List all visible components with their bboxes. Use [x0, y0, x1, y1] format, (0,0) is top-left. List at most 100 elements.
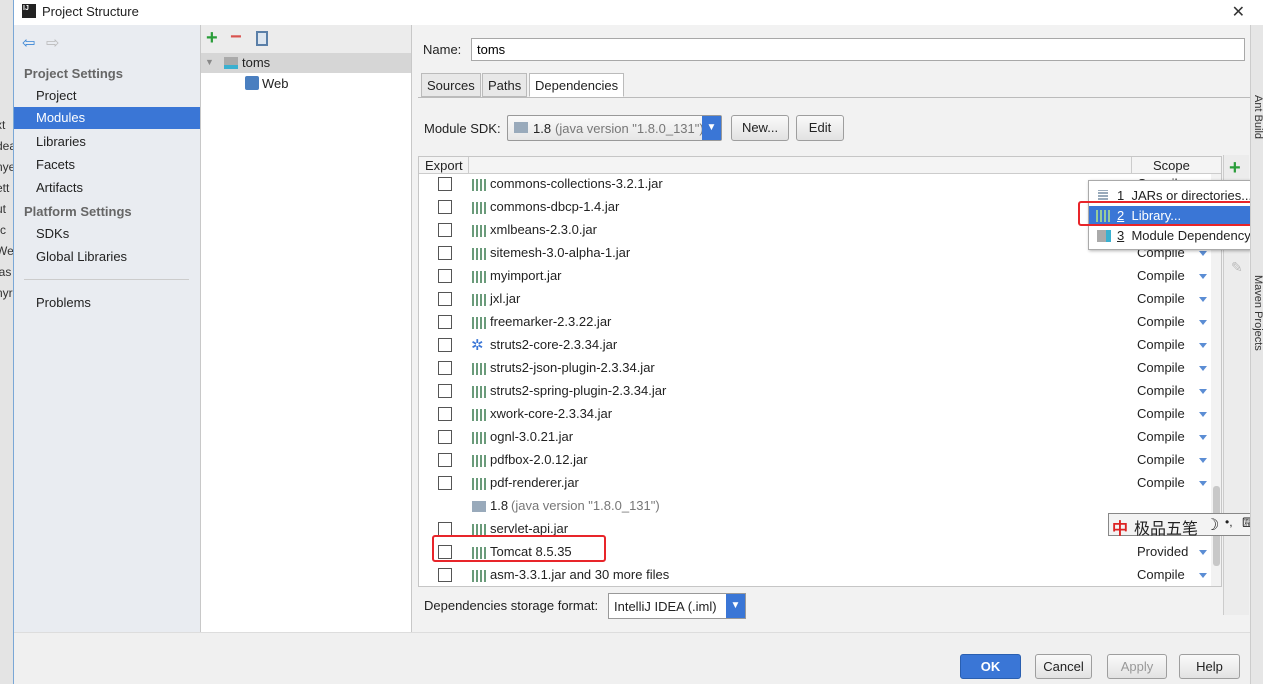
expand-arrow-icon[interactable]: ▼ — [205, 57, 214, 67]
export-checkbox[interactable] — [438, 338, 452, 352]
export-checkbox[interactable] — [438, 292, 452, 306]
sidebar-item-libraries[interactable]: Libraries — [36, 134, 86, 149]
table-row[interactable]: xwork-core-2.3.34.jar Compile — [419, 403, 1211, 426]
edit-pencil-icon[interactable]: ✎ — [1231, 259, 1243, 276]
sidebar-item-modules[interactable]: Modules — [14, 107, 200, 129]
export-checkbox[interactable] — [438, 361, 452, 375]
tab-sources[interactable]: Sources — [421, 73, 481, 97]
export-checkbox[interactable] — [438, 246, 452, 260]
export-checkbox[interactable] — [438, 223, 452, 237]
close-button[interactable]: ✕ — [1232, 2, 1245, 22]
export-checkbox[interactable] — [438, 568, 452, 582]
edit-sdk-button[interactable]: Edit — [796, 115, 844, 141]
storage-format-dropdown[interactable]: IntelliJ IDEA (.iml) ▼ — [608, 593, 746, 619]
copy-icon[interactable] — [256, 31, 268, 46]
table-row[interactable]: pdfbox-2.0.12.jar Compile — [419, 449, 1211, 472]
header-export[interactable]: Export — [425, 158, 463, 173]
tree-toolbar: + − — [201, 25, 411, 53]
scope-value[interactable]: Compile — [1137, 268, 1185, 283]
export-checkbox[interactable] — [438, 269, 452, 283]
sidebar-item-global-libraries[interactable]: Global Libraries — [36, 249, 127, 264]
export-checkbox[interactable] — [438, 522, 452, 536]
ime-moon-icon[interactable]: ☽ — [1205, 515, 1219, 535]
gear-icon: ✲ — [471, 337, 484, 354]
table-row[interactable]: pdf-renderer.jar Compile — [419, 472, 1211, 495]
new-sdk-button[interactable]: New... — [731, 115, 789, 141]
scope-value[interactable]: Compile — [1137, 567, 1185, 582]
table-row[interactable]: 1.8 (java version "1.8.0_131") — [419, 495, 1211, 518]
add-icon[interactable]: + — [206, 27, 218, 50]
ime-toolbar[interactable]: 中 极品五笔 ☽ •, ⌨ — [1108, 513, 1263, 539]
back-arrow-icon[interactable]: ⇦ — [22, 33, 35, 53]
sidebar-item-facets[interactable]: Facets — [36, 157, 75, 172]
export-checkbox[interactable] — [438, 407, 452, 421]
table-row[interactable]: myimport.jar Compile — [419, 265, 1211, 288]
ant-build-tool[interactable]: Ant Build — [1252, 95, 1263, 139]
chevron-down-icon[interactable] — [1199, 435, 1207, 440]
sidebar-item-problems[interactable]: Problems — [36, 295, 91, 310]
sidebar-item-artifacts[interactable]: Artifacts — [36, 180, 83, 195]
table-row[interactable]: asm-3.3.1.jar and 30 more files Compile — [419, 564, 1211, 586]
module-name-input[interactable] — [471, 38, 1245, 61]
forward-arrow-icon[interactable]: ⇨ — [46, 33, 59, 53]
scope-value[interactable]: Compile — [1137, 291, 1185, 306]
library-icon — [472, 409, 486, 421]
chevron-down-icon[interactable] — [1199, 366, 1207, 371]
export-checkbox[interactable] — [438, 177, 452, 191]
table-row[interactable]: freemarker-2.3.22.jar Compile — [419, 311, 1211, 334]
table-row[interactable]: ✲ struts2-core-2.3.34.jar Compile — [419, 334, 1211, 357]
tab-dependencies[interactable]: Dependencies — [529, 73, 625, 97]
scope-value[interactable]: Compile — [1137, 360, 1185, 375]
sidebar-item-project[interactable]: Project — [36, 88, 76, 103]
chevron-down-icon[interactable] — [1199, 251, 1207, 256]
chevron-down-icon[interactable] — [1199, 297, 1207, 302]
chevron-down-icon[interactable] — [1199, 550, 1207, 555]
tab-paths[interactable]: Paths — [482, 73, 528, 97]
export-checkbox[interactable] — [438, 200, 452, 214]
ime-chinese-icon[interactable]: 中 — [1112, 515, 1128, 539]
maven-projects-tool[interactable]: Maven Projects — [1252, 275, 1263, 351]
chevron-down-icon[interactable]: ▼ — [726, 594, 745, 618]
tab-divider — [418, 97, 1250, 98]
scope-value[interactable]: Compile — [1137, 452, 1185, 467]
header-scope[interactable]: Scope — [1153, 158, 1190, 173]
remove-icon[interactable]: − — [230, 26, 242, 49]
chevron-down-icon[interactable] — [1199, 573, 1207, 578]
tree-node-web[interactable]: Web — [262, 76, 289, 91]
cancel-button[interactable]: Cancel — [1035, 654, 1092, 679]
chevron-down-icon[interactable] — [1199, 320, 1207, 325]
ime-punct-icon[interactable]: •, — [1225, 515, 1233, 529]
chevron-down-icon[interactable]: ▼ — [702, 116, 721, 140]
help-button[interactable]: Help — [1179, 654, 1240, 679]
table-row[interactable]: ognl-3.0.21.jar Compile — [419, 426, 1211, 449]
scope-value[interactable]: Compile — [1137, 406, 1185, 421]
table-row[interactable]: struts2-json-plugin-2.3.34.jar Compile — [419, 357, 1211, 380]
chevron-down-icon[interactable] — [1199, 389, 1207, 394]
scope-value[interactable]: Compile — [1137, 383, 1185, 398]
chevron-down-icon[interactable] — [1199, 343, 1207, 348]
table-row[interactable]: jxl.jar Compile — [419, 288, 1211, 311]
menu-item-module-dependency[interactable]: 3 Module Dependency... — [1089, 226, 1263, 246]
add-dependency-icon[interactable]: + — [1229, 157, 1241, 180]
ok-button[interactable]: OK — [960, 654, 1021, 679]
scope-value[interactable]: Provided — [1137, 544, 1188, 559]
chevron-down-icon[interactable] — [1199, 274, 1207, 279]
table-row[interactable]: struts2-spring-plugin-2.3.34.jar Compile — [419, 380, 1211, 403]
chevron-down-icon[interactable] — [1199, 481, 1207, 486]
export-checkbox[interactable] — [438, 430, 452, 444]
chevron-down-icon[interactable] — [1199, 458, 1207, 463]
export-checkbox[interactable] — [438, 315, 452, 329]
sidebar-item-sdks[interactable]: SDKs — [36, 226, 69, 241]
module-sdk-dropdown[interactable]: 1.8 (java version "1.8.0_131") ▼ — [507, 115, 722, 141]
chevron-down-icon[interactable] — [1199, 412, 1207, 417]
scope-value[interactable]: Compile — [1137, 429, 1185, 444]
apply-button[interactable]: Apply — [1107, 654, 1167, 679]
export-checkbox[interactable] — [438, 476, 452, 490]
export-checkbox[interactable] — [438, 384, 452, 398]
scope-value[interactable]: Compile — [1137, 337, 1185, 352]
export-checkbox[interactable] — [438, 453, 452, 467]
dependency-name: freemarker-2.3.22.jar — [490, 314, 612, 329]
scope-value[interactable]: Compile — [1137, 314, 1185, 329]
scope-value[interactable]: Compile — [1137, 475, 1185, 490]
tree-node-toms[interactable]: ▼ toms — [201, 53, 411, 73]
